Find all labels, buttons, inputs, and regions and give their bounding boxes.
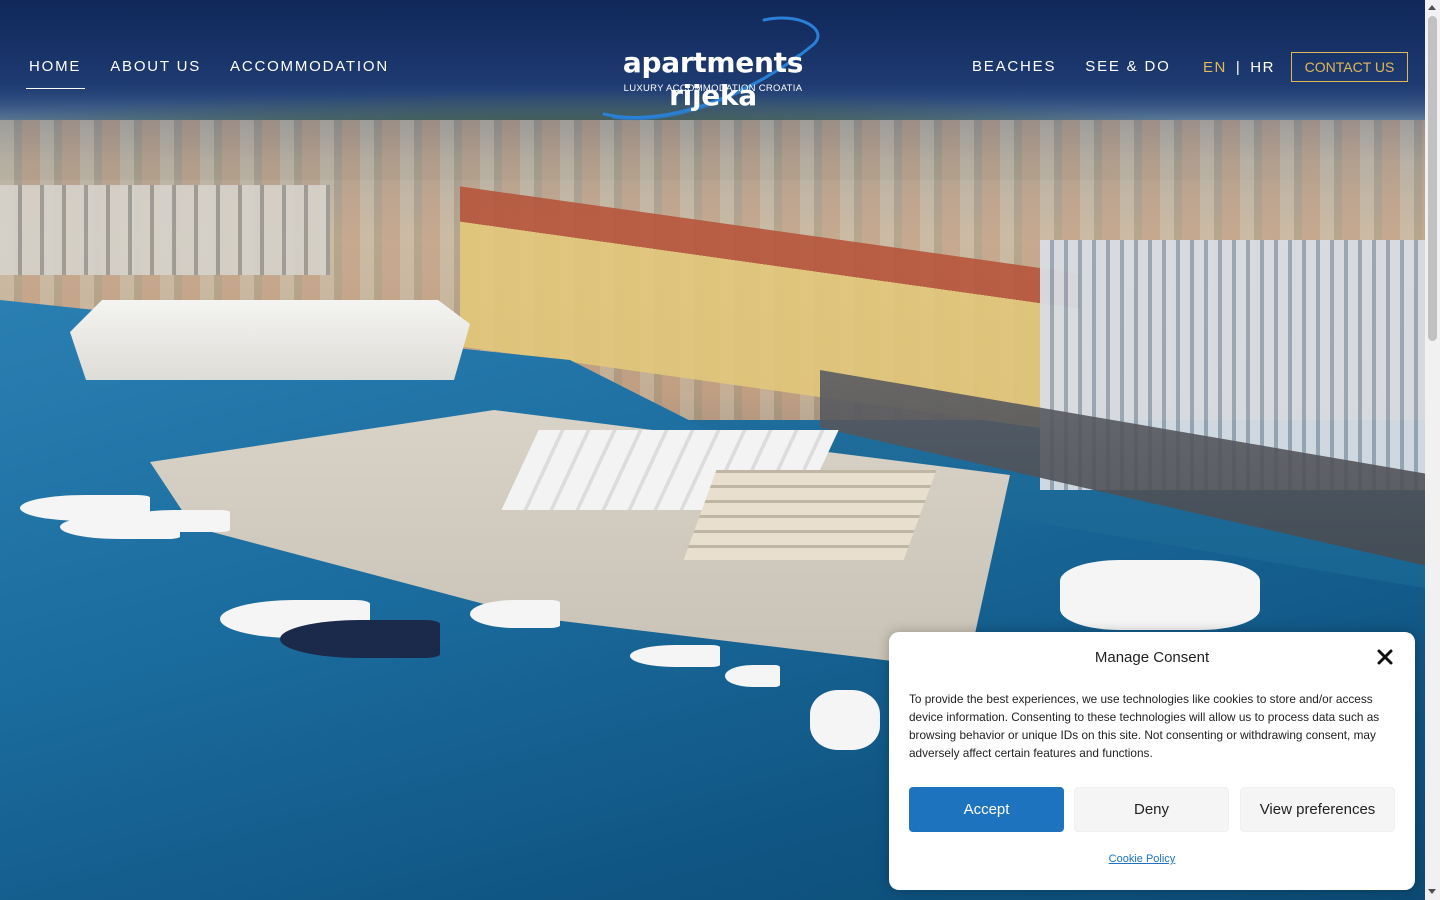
language-switcher: EN | HR bbox=[1203, 59, 1275, 76]
site-logo[interactable]: apartments rijeka LUXURY ACCOMMODATION C… bbox=[584, 14, 844, 124]
scroll-up-arrow-icon[interactable] bbox=[1428, 5, 1436, 10]
nav-home[interactable]: HOME bbox=[25, 58, 86, 89]
nav-beaches[interactable]: BEACHES bbox=[972, 58, 1056, 75]
lang-en-link[interactable]: EN bbox=[1203, 59, 1227, 76]
consent-description: To provide the best experiences, we use … bbox=[909, 692, 1380, 760]
lang-hr-link[interactable]: HR bbox=[1250, 59, 1275, 76]
main-nav-left: HOME ABOUT US ACCOMMODATION bbox=[25, 58, 418, 89]
logo-brand-text: apartments rijeka bbox=[622, 46, 804, 112]
lang-separator: | bbox=[1235, 59, 1242, 76]
consent-title: Manage Consent bbox=[1094, 649, 1210, 666]
deny-button[interactable]: Deny bbox=[1074, 787, 1229, 832]
contact-us-button[interactable]: CONTACT US bbox=[1291, 52, 1408, 82]
scroll-thumb[interactable] bbox=[1428, 16, 1437, 341]
close-icon[interactable] bbox=[1376, 648, 1394, 666]
nav-about-us[interactable]: ABOUT US bbox=[110, 58, 201, 75]
scroll-down-arrow-icon[interactable] bbox=[1428, 889, 1436, 894]
cookie-policy-link[interactable]: Cookie Policy bbox=[889, 853, 1395, 865]
view-preferences-button[interactable]: View preferences bbox=[1240, 787, 1395, 832]
nav-see-and-do[interactable]: SEE & DO bbox=[1085, 58, 1170, 75]
main-nav-right: BEACHES SEE & DO bbox=[972, 58, 1200, 75]
logo-tagline: LUXURY ACCOMMODATION CROATIA bbox=[623, 83, 803, 94]
site-header: HOME ABOUT US ACCOMMODATION apartments r… bbox=[0, 0, 1425, 130]
page-scrollbar[interactable] bbox=[1425, 0, 1440, 900]
nav-accommodation[interactable]: ACCOMMODATION bbox=[230, 58, 389, 75]
accept-button[interactable]: Accept bbox=[909, 787, 1064, 832]
consent-dialog: Manage Consent To provide the best exper… bbox=[889, 632, 1415, 890]
